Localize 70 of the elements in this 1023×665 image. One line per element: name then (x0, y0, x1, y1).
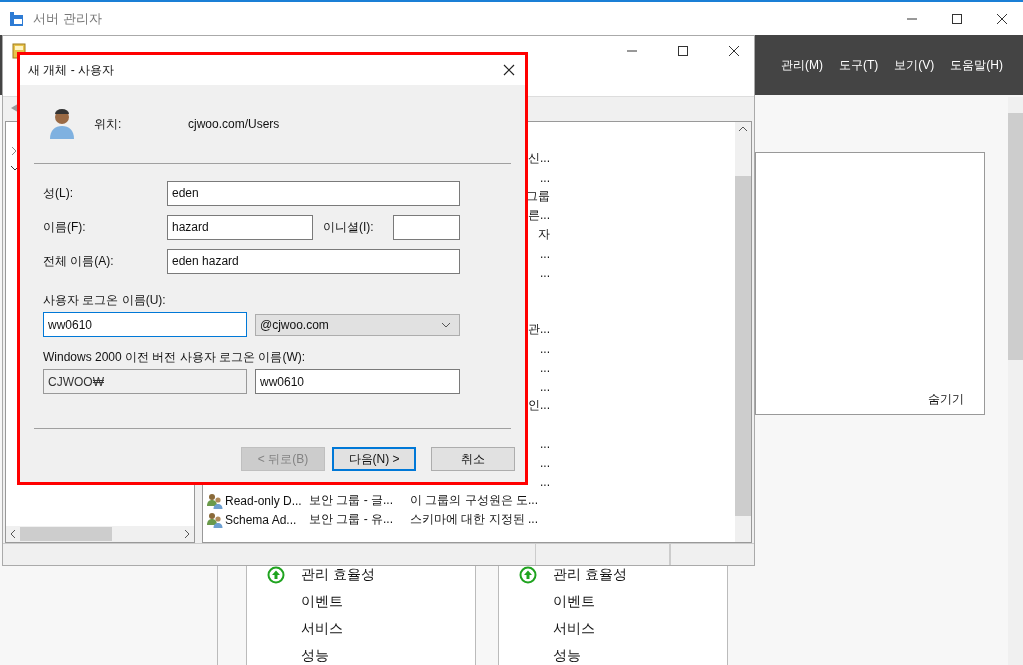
table-cell: Schema Ad... (225, 512, 297, 527)
scrollbar[interactable] (6, 526, 194, 542)
close-icon[interactable] (503, 64, 515, 76)
domain-dropdown[interactable]: @cjwoo.com (255, 313, 460, 336)
scrollbar[interactable] (1008, 97, 1023, 665)
table-cell: 그룹 (526, 188, 550, 205)
label: 사용자 로그온 이름(U): (43, 292, 167, 309)
table-cell: 스키마에 대한 지정된 ... (410, 511, 538, 528)
maximize-icon[interactable] (951, 12, 963, 25)
table-cell: 신... (528, 150, 550, 167)
input-field[interactable]: ww0610 (255, 369, 460, 394)
table-cell: ... (540, 455, 550, 470)
location-text: cjwoo.com/Users (188, 117, 280, 131)
tile-item[interactable]: 이벤트 (301, 592, 343, 611)
label: 이름(F): (43, 218, 87, 236)
table-cell: ... (540, 474, 550, 489)
menu-item[interactable]: 보기(V) (894, 56, 935, 74)
close-icon[interactable] (728, 45, 740, 57)
window-title: 서버 관리자 (33, 9, 102, 28)
table-cell: 른... (528, 207, 550, 224)
tile-item[interactable]: 서비스 (301, 619, 343, 638)
menu-item[interactable]: 도움말(H) (950, 56, 1003, 74)
hide-link[interactable]: 숨기기 (928, 391, 964, 408)
dialog-button[interactable]: 다음(N) > (332, 447, 416, 471)
table-cell: ... (540, 265, 550, 280)
table-cell: 보안 그룹 - 글... (309, 493, 393, 507)
tile-item[interactable]: 관리 효율성 (301, 565, 375, 584)
input-field[interactable]: eden hazard (167, 248, 460, 274)
table-cell: ... (540, 360, 550, 375)
input-field[interactable]: eden (167, 180, 460, 206)
group-icon (207, 511, 223, 528)
input-field[interactable]: CJWOO₩ (43, 369, 247, 394)
input-field[interactable]: ww0610 (43, 312, 247, 337)
label: 이니셜(I): (323, 218, 375, 236)
label: Windows 2000 이전 버전 사용자 로그온 이름(W): (43, 349, 307, 366)
group-icon (207, 492, 223, 509)
input-field[interactable] (393, 214, 460, 240)
label: 전체 이름(A): (43, 252, 115, 270)
table-cell: ... (540, 436, 550, 451)
up-arrow-circle-icon (267, 565, 285, 584)
tile-item[interactable]: 관리 효율성 (553, 565, 627, 584)
table-cell: ... (540, 170, 550, 185)
tile-item[interactable]: 이벤트 (553, 592, 595, 611)
table-cell: ... (540, 341, 550, 356)
table-cell: ... (540, 246, 550, 261)
table-cell: 인... (528, 397, 550, 414)
table-cell: 관... (528, 321, 550, 338)
menu-item[interactable]: 도구(T) (839, 56, 879, 74)
dialog-title: 새 개체 - 사용자 (28, 61, 114, 79)
label: 성(L): (43, 184, 74, 202)
tile-item[interactable]: 성능 (301, 646, 329, 665)
tile-item[interactable]: 성능 (553, 646, 581, 665)
scrollbar[interactable] (735, 122, 751, 542)
user-icon (48, 108, 76, 140)
label: 위치: (94, 115, 123, 133)
table-cell: ... (540, 379, 550, 394)
table-cell: 보안 그룹 - 유... (309, 512, 393, 526)
chevron-down-icon (441, 321, 451, 328)
menu-item[interactable]: 관리(M) (781, 56, 823, 74)
tile-item[interactable]: 서비스 (553, 619, 595, 638)
table-cell: 이 그룹의 구성원은 도... (410, 492, 538, 509)
chevron-right-icon[interactable] (10, 146, 18, 156)
server-icon (9, 10, 25, 27)
close-icon[interactable] (996, 12, 1008, 25)
dialog-button[interactable]: 취소 (431, 447, 515, 471)
table-cell: Read-only D... (225, 493, 302, 508)
table-cell: 자 (538, 226, 550, 243)
input-field[interactable]: hazard (167, 214, 313, 240)
maximize-icon[interactable] (677, 45, 689, 57)
up-arrow-circle-icon (519, 565, 537, 584)
